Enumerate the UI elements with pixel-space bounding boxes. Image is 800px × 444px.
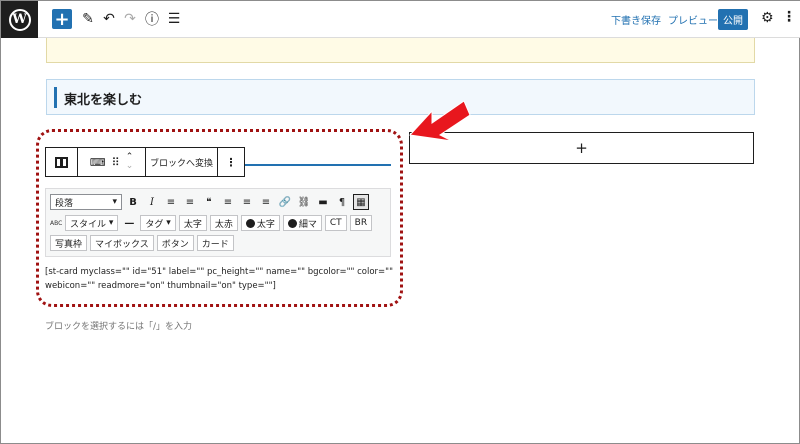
notice-block[interactable] (46, 38, 755, 63)
preview-button[interactable]: プレビュー (668, 12, 718, 27)
redo-icon[interactable]: ↷ (122, 9, 138, 29)
editor-window: W + ✎ ↶ ↷ ⓘ ☰ 下書き保存 プレビュー 公開 ⚙ ⋮ 東北を楽しむ … (0, 0, 800, 444)
more-options-icon[interactable]: ⋮ (782, 9, 796, 25)
editor-top-toolbar: W + ✎ ↶ ↷ ⓘ ☰ 下書き保存 プレビュー 公開 ⚙ ⋮ (1, 1, 800, 38)
heading-text[interactable]: 東北を楽しむ (64, 89, 142, 108)
info-icon[interactable]: ⓘ (144, 9, 160, 29)
arrow-shape (408, 100, 471, 142)
undo-icon[interactable]: ↶ (101, 9, 117, 29)
pen-icon[interactable]: ✎ (80, 9, 96, 29)
heading-block[interactable]: 東北を楽しむ (46, 79, 755, 115)
heading-accent-bar (54, 87, 57, 108)
list-view-icon[interactable]: ☰ (166, 9, 182, 29)
wordpress-logo-letter: W (8, 8, 31, 31)
add-block-button[interactable]: + (52, 9, 72, 30)
wordpress-logo-icon[interactable]: W (1, 1, 38, 38)
red-arrow-icon (408, 100, 471, 142)
settings-gear-icon[interactable]: ⚙ (761, 10, 774, 26)
publish-button[interactable]: 公開 (718, 9, 748, 30)
block-placeholder-hint: ブロックを選択するには「/」を入力 (45, 322, 193, 332)
highlight-dotted-outline (36, 129, 403, 307)
save-draft-button[interactable]: 下書き保存 (611, 12, 661, 27)
